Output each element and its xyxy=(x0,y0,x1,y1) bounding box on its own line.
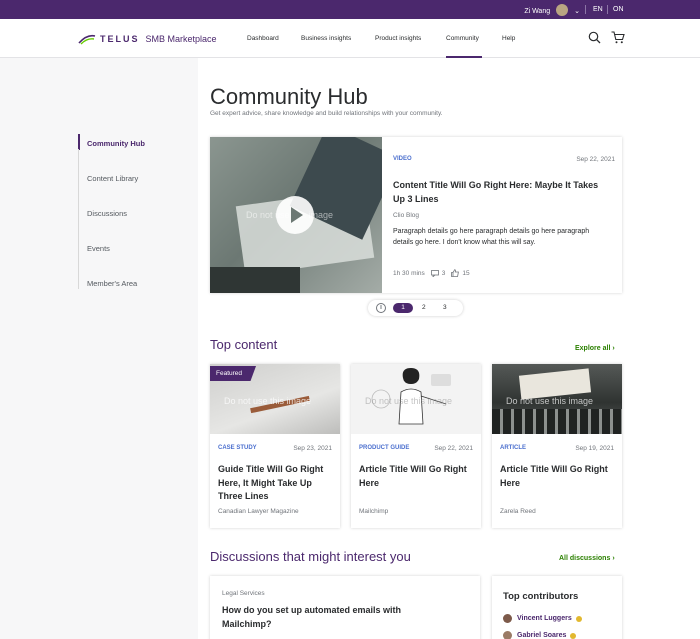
logo[interactable]: TELUS SMB Marketplace xyxy=(78,33,217,45)
all-discussions-link[interactable]: All discussions › xyxy=(559,555,615,562)
content-description: Paragraph details go here paragraph deta… xyxy=(393,228,590,246)
utility-bar: Zi Wang ⌄ EN ON xyxy=(0,0,700,19)
brand-subtitle: SMB Marketplace xyxy=(145,34,217,44)
explore-all-link[interactable]: Explore all › xyxy=(575,345,615,352)
brand-name: TELUS xyxy=(100,34,140,44)
main-header: TELUS SMB Marketplace Dashboard Business… xyxy=(0,19,700,58)
card-image: Do not use this image xyxy=(492,364,622,434)
nav-dashboard[interactable]: Dashboard xyxy=(247,35,279,42)
content-stats: 1h 30 mins 3 15 xyxy=(393,269,476,277)
divider xyxy=(607,5,608,14)
discussion-category: Legal Services xyxy=(222,590,265,597)
comment-icon xyxy=(430,269,439,277)
content-type-tag: ARTICLE xyxy=(500,445,526,451)
hero-image: Do not use this image xyxy=(210,137,382,293)
content-card[interactable]: Do not use this image Featured CASE STUD… xyxy=(210,364,340,528)
image-paper xyxy=(518,368,592,400)
image-keys xyxy=(492,409,622,434)
discussion-card[interactable]: Legal Services How do you set up automat… xyxy=(210,576,480,639)
content-title[interactable]: Article Title Will Go Right Here xyxy=(359,463,475,490)
nav-help[interactable]: Help xyxy=(502,35,515,42)
content-source: Clio Blog xyxy=(393,212,420,219)
image-watermark: Do not use this image xyxy=(506,396,594,406)
avatar xyxy=(503,631,512,639)
nav-business-insights[interactable]: Business insights xyxy=(301,35,351,42)
province-switch[interactable]: ON xyxy=(613,6,624,13)
avatar xyxy=(503,614,512,623)
content-date: Sep 23, 2021 xyxy=(293,445,332,452)
image-laptop xyxy=(210,267,300,293)
featured-badge: Featured xyxy=(210,366,257,381)
like-count: 15 xyxy=(462,269,470,277)
top-content-heading: Top content xyxy=(210,337,278,352)
content-source: Zarela Reed xyxy=(500,508,536,515)
sidebar-item-members-area[interactable]: Member's Area xyxy=(87,279,137,288)
content-date: Sep 22, 2021 xyxy=(434,445,473,452)
sidebar-item-content-library[interactable]: Content Library xyxy=(87,174,138,183)
content-title[interactable]: Content Title Will Go Right Here: Maybe … xyxy=(393,178,608,206)
chevron-right-icon: › xyxy=(612,555,615,562)
top-contributors-heading: Top contributors xyxy=(503,591,579,602)
hero-body: VIDEO Sep 22, 2021 Content Title Will Go… xyxy=(393,137,615,293)
search-icon[interactable] xyxy=(588,31,601,44)
contributor-row[interactable]: Gabriel Soares xyxy=(503,631,577,639)
user-menu[interactable]: Zi Wang ⌄ xyxy=(524,4,580,17)
duration: 1h 30 mins xyxy=(393,269,425,277)
page-3[interactable]: 3 xyxy=(443,304,447,311)
content-type-tag: PRODUCT GUIDE xyxy=(359,445,410,451)
chevron-right-icon: › xyxy=(612,345,615,352)
page-subtitle: Get expert advice, share knowledge and b… xyxy=(210,110,443,117)
content-source: Mailchimp xyxy=(359,508,389,515)
content-card[interactable]: Do not use this image ARTICLE Sep 19, 20… xyxy=(492,364,622,528)
carousel-pager: II 1 2 3 xyxy=(368,300,463,316)
sidebar-item-community-hub[interactable]: Community Hub xyxy=(87,139,145,148)
image-watermark: Do not use this image xyxy=(365,396,453,406)
contributor-name[interactable]: Gabriel Soares xyxy=(517,632,566,639)
discussions-heading: Discussions that might interest you xyxy=(210,549,411,564)
card-image: Do not use this image Featured xyxy=(210,364,340,434)
contributor-row[interactable]: Vincent Luggers xyxy=(503,614,582,623)
discussion-question[interactable]: How do you set up automated emails with … xyxy=(222,604,452,631)
sidebar-active-indicator xyxy=(78,134,80,150)
like-icon[interactable] xyxy=(451,269,460,277)
content-card[interactable]: Do not use this image PRODUCT GUIDE Sep … xyxy=(351,364,481,528)
telus-logo-icon xyxy=(78,34,96,45)
divider xyxy=(585,5,586,14)
featured-content-card[interactable]: Do not use this image VIDEO Sep 22, 2021… xyxy=(210,137,622,293)
card-image: Do not use this image xyxy=(351,364,481,434)
top-contributors-panel: Top contributors Vincent Luggers Gabriel… xyxy=(492,576,622,639)
sidebar-divider xyxy=(78,149,79,289)
nav-community[interactable]: Community xyxy=(446,35,479,42)
content-type-tag: VIDEO xyxy=(393,156,412,162)
comment-count: 3 xyxy=(441,269,446,277)
pause-icon[interactable]: II xyxy=(376,303,386,313)
page-1[interactable]: 1 xyxy=(393,303,413,313)
page-2[interactable]: 2 xyxy=(422,304,426,311)
medal-icon xyxy=(570,632,577,639)
page-title: Community Hub xyxy=(210,84,368,109)
content-title[interactable]: Article Title Will Go Right Here xyxy=(500,463,616,490)
nav-product-insights[interactable]: Product insights xyxy=(375,35,421,42)
avatar xyxy=(556,4,569,16)
play-icon[interactable] xyxy=(276,196,314,234)
cart-icon[interactable] xyxy=(611,31,625,44)
content-date: Sep 22, 2021 xyxy=(576,156,615,163)
sidebar-item-events[interactable]: Events xyxy=(87,244,110,253)
content-source: Canadian Lawyer Magazine xyxy=(218,508,299,515)
contributor-name[interactable]: Vincent Luggers xyxy=(517,615,572,622)
content-date: Sep 19, 2021 xyxy=(575,445,614,452)
language-switch[interactable]: EN xyxy=(593,6,603,13)
image-watermark: Do not use this image xyxy=(224,396,312,406)
all-discussions-label: All discussions xyxy=(559,555,611,562)
sidebar-item-discussions[interactable]: Discussions xyxy=(87,209,127,218)
explore-all-label: Explore all xyxy=(575,345,611,352)
content-title[interactable]: Guide Title Will Go Right Here, It Might… xyxy=(218,463,334,504)
user-name: Zi Wang xyxy=(524,7,551,15)
content-type-tag: CASE STUDY xyxy=(218,445,257,451)
chevron-down-icon: ⌄ xyxy=(574,8,580,15)
medal-icon xyxy=(575,615,582,622)
